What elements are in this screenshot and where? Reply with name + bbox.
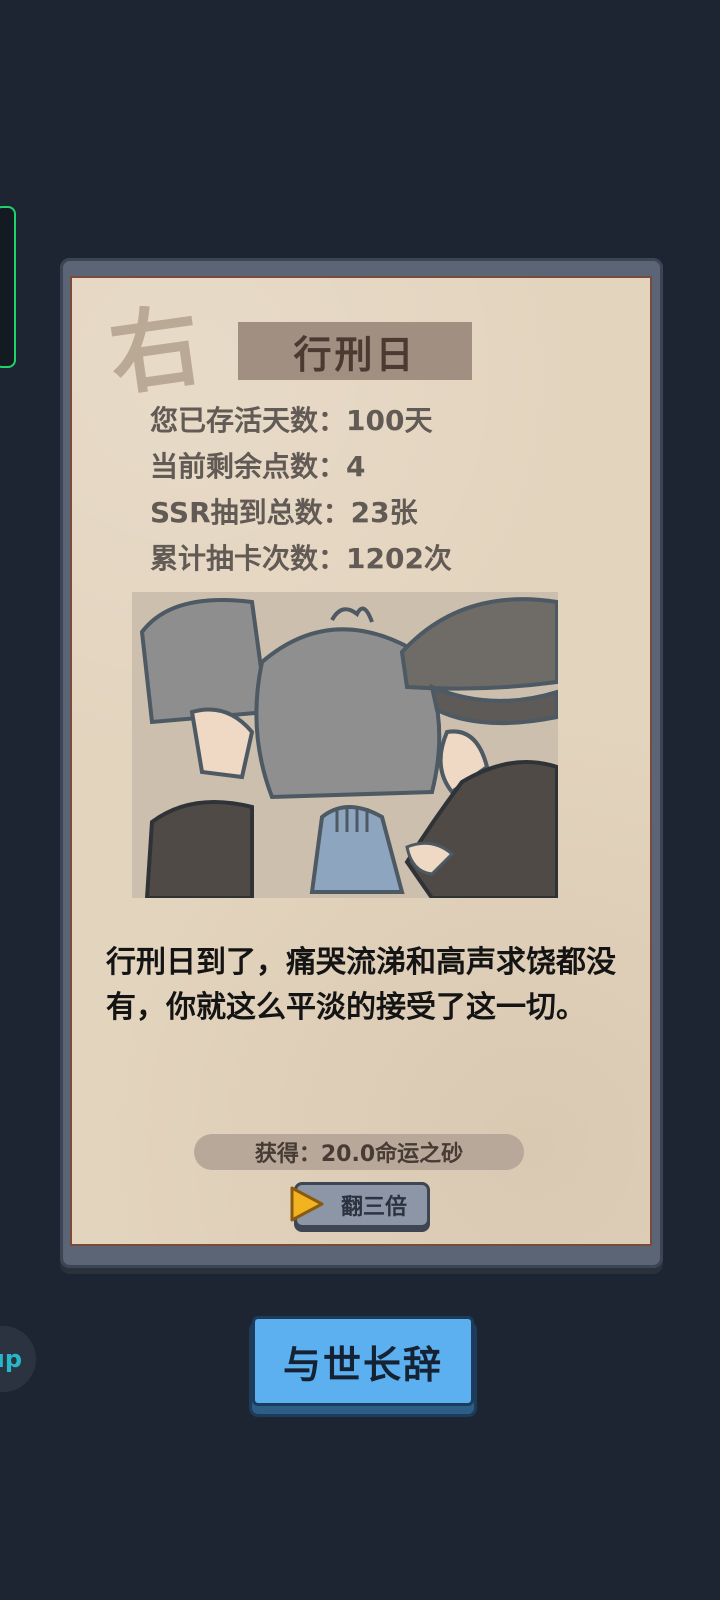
stat-ssr-total: SSR抽到总数：23张 [150,496,418,529]
reward-label: 获得：20.0命运之砂 [194,1134,524,1170]
side-floating-bubble[interactable]: ıp [0,1326,36,1392]
stat-draw-count: 累计抽卡次数：1202次 [150,542,452,575]
stats-list: 您已存活天数：100天 当前剩余点数：4 SSR抽到总数：23张 累计抽卡次数：… [150,398,452,582]
play-video-icon[interactable] [286,1184,326,1224]
farewell-button[interactable]: 与世长辞 [252,1316,474,1406]
stat-remaining-points: 当前剩余点数：4 [150,450,366,483]
story-text: 行刑日到了，痛哭流涕和高声求饶都没有，你就这么平淡的接受了这一切。 [106,945,616,1025]
side-edge-tab[interactable] [0,206,16,368]
stamp-mark: 右 [103,292,207,410]
stat-days-survived: 您已存活天数：100天 [150,404,433,437]
card-title: 行刑日 [238,322,472,380]
execution-illustration [132,592,558,898]
